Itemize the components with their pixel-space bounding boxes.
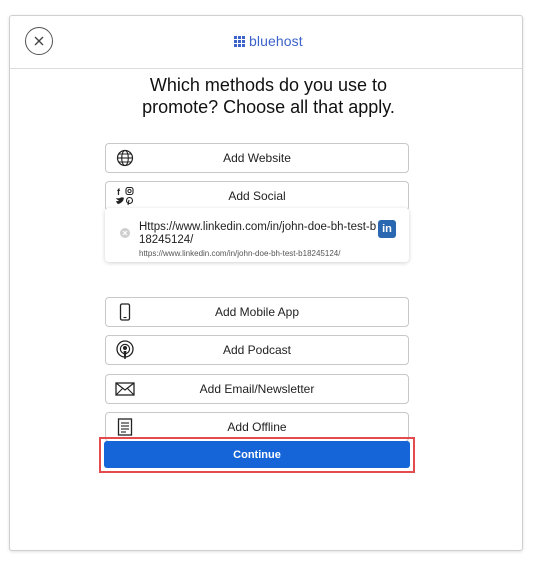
- remove-icon: [122, 230, 128, 236]
- social-url-sub: https://www.linkedin.com/in/john-doe-bh-…: [139, 249, 341, 258]
- bluehost-logo: bluehost: [234, 33, 303, 49]
- add-email-newsletter-button[interactable]: Add Email/Newsletter: [105, 374, 409, 404]
- add-mobile-app-button[interactable]: Add Mobile App: [105, 297, 409, 327]
- logo-text: bluehost: [249, 33, 303, 49]
- page-title: Which methods do you use to promote? Cho…: [142, 75, 395, 117]
- close-icon: [34, 36, 44, 46]
- add-social-label: Add Social: [228, 189, 286, 203]
- social-url: Https://www.linkedin.com/in/john-doe-bh-…: [139, 221, 377, 246]
- continue-button[interactable]: Continue: [104, 441, 410, 468]
- close-button[interactable]: [25, 27, 53, 55]
- add-social-button[interactable]: f Add Social: [105, 181, 409, 211]
- add-website-label: Add Website: [223, 151, 291, 165]
- add-mobile-app-label: Add Mobile App: [214, 305, 300, 319]
- add-email-newsletter-label: Add Email/Newsletter: [199, 382, 315, 396]
- add-website-button[interactable]: Add Website: [105, 143, 409, 173]
- dialog-header: bluehost: [10, 16, 522, 69]
- bluehost-grid-icon: [234, 35, 245, 47]
- linkedin-icon: in: [378, 220, 396, 238]
- add-podcast-label: Add Podcast: [222, 343, 292, 357]
- social-entry-card: Https://www.linkedin.com/in/john-doe-bh-…: [105, 208, 409, 262]
- add-podcast-button[interactable]: Add Podcast: [105, 335, 409, 365]
- remove-social-button[interactable]: [120, 228, 130, 238]
